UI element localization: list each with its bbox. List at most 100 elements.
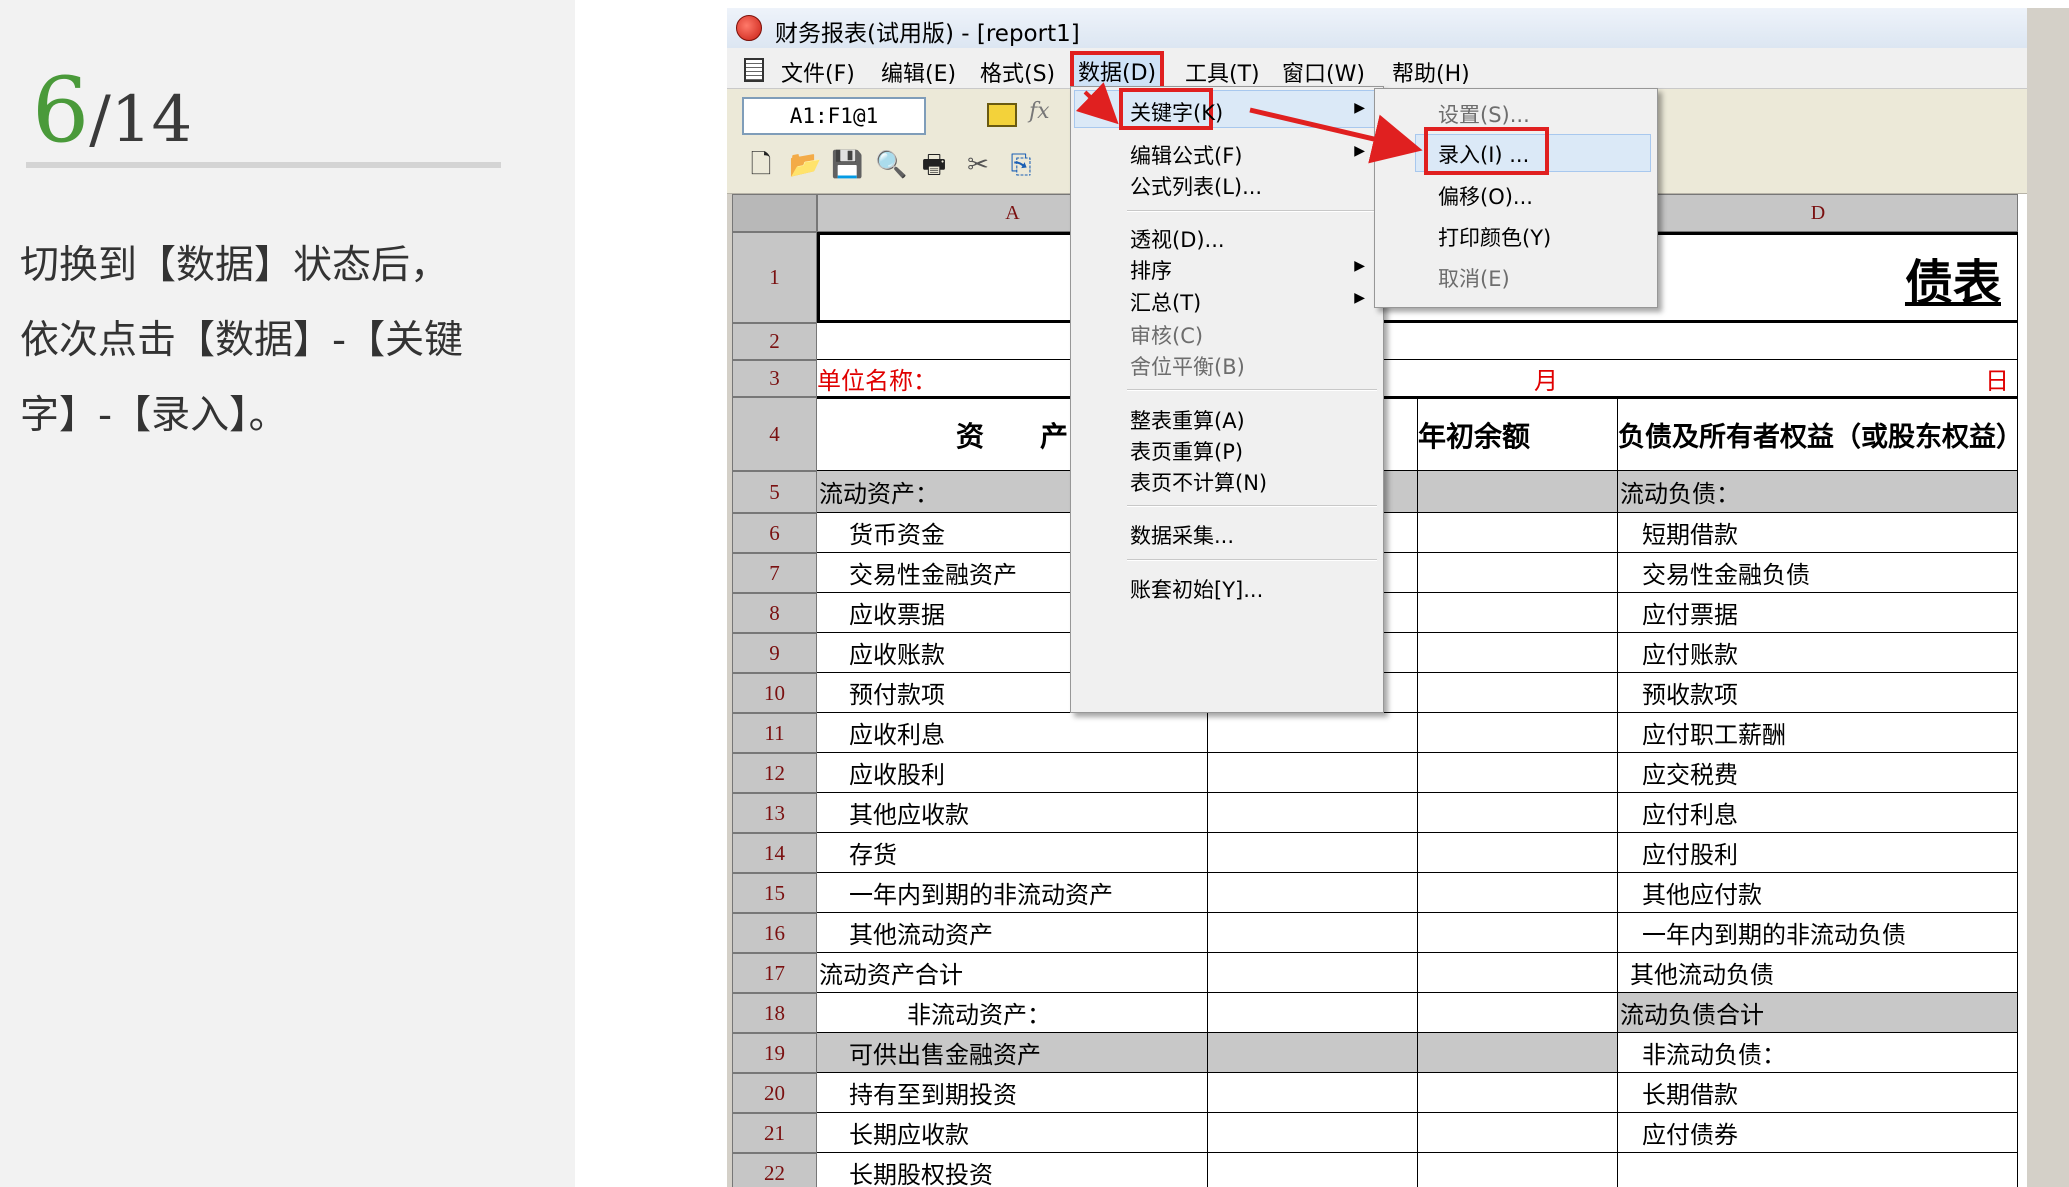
liability-item-cell[interactable]: 应交税费 (1618, 753, 2018, 793)
menu-edit[interactable]: 编辑(E) (881, 56, 956, 88)
sheet-cell[interactable] (817, 323, 2018, 360)
row-header[interactable]: 7 (732, 553, 817, 593)
liability-item-cell[interactable]: 非流动负债： (1618, 1033, 2018, 1073)
row-header[interactable]: 9 (732, 633, 817, 673)
select-all-corner[interactable] (732, 194, 817, 232)
sheet-cell[interactable] (1418, 1113, 1618, 1153)
asset-item-cell[interactable]: 一年内到期的非流动资产 (817, 873, 1208, 913)
sheet-cell[interactable] (1418, 833, 1618, 873)
sheet-cell[interactable] (1208, 713, 1418, 753)
liability-item-cell[interactable]: 流动负债合计 (1618, 993, 2018, 1033)
row-header[interactable]: 1 (732, 232, 817, 323)
menu-item-no-calc-page[interactable]: 表页不计算(N) (1130, 467, 1267, 497)
row-header[interactable]: 5 (732, 471, 817, 513)
cell-reference-box[interactable]: A1:F1@1 (742, 97, 926, 135)
asset-item-cell[interactable]: 长期应收款 (817, 1113, 1208, 1153)
row-header[interactable]: 13 (732, 793, 817, 833)
liability-item-cell[interactable]: 交易性金融负债 (1618, 553, 2018, 593)
menu-item-recalc-page[interactable]: 表页重算(P) (1130, 436, 1243, 466)
submenu-item-print-color[interactable]: 打印颜色(Y) (1438, 222, 1551, 252)
sheet-cell[interactable] (1208, 1073, 1418, 1113)
print-icon[interactable]: 🖶 (919, 150, 949, 180)
copy-icon[interactable]: ⎘ (1006, 150, 1036, 180)
open-icon[interactable]: 📂 (789, 150, 821, 180)
row-header[interactable]: 6 (732, 513, 817, 553)
menu-file[interactable]: 文件(F) (781, 56, 855, 88)
asset-item-cell[interactable]: 应收股利 (817, 753, 1208, 793)
sheet-cell[interactable] (1418, 553, 1618, 593)
liability-item-cell[interactable] (1618, 1153, 2018, 1187)
sheet-cell[interactable] (1418, 593, 1618, 633)
liability-item-cell[interactable]: 流动负债： (1618, 471, 2018, 513)
month-label[interactable]: 月 (1418, 360, 1618, 397)
asset-item-cell[interactable]: 可供出售金融资产 (817, 1033, 1208, 1073)
row-header[interactable]: 3 (732, 360, 817, 397)
asset-item-cell[interactable]: 其他流动资产 (817, 913, 1208, 953)
sheet-cell[interactable] (1418, 1033, 1618, 1073)
sheet-cell[interactable] (1418, 913, 1618, 953)
row-header[interactable]: 4 (732, 397, 817, 471)
sheet-cell[interactable] (1208, 873, 1418, 913)
liability-item-cell[interactable]: 一年内到期的非流动负债 (1618, 913, 2018, 953)
submenu-item-offset[interactable]: 偏移(O)... (1438, 181, 1533, 211)
menu-item-summary[interactable]: 汇总(T) (1130, 287, 1201, 317)
row-header[interactable]: 15 (732, 873, 817, 913)
row-header[interactable]: 8 (732, 593, 817, 633)
row-header[interactable]: 21 (732, 1113, 817, 1153)
print-preview-icon[interactable]: 🔍 (875, 150, 907, 180)
sheet-cell[interactable] (1418, 713, 1618, 753)
sheet-cell[interactable] (1208, 913, 1418, 953)
sheet-cell[interactable] (1418, 753, 1618, 793)
asset-item-cell[interactable]: 应收利息 (817, 713, 1208, 753)
sheet-cell[interactable] (1418, 793, 1618, 833)
sheet-cell[interactable] (1418, 1153, 1618, 1187)
liability-item-cell[interactable]: 应付股利 (1618, 833, 2018, 873)
row-header[interactable]: 16 (732, 913, 817, 953)
sheet-cell[interactable] (1418, 673, 1618, 713)
liability-item-cell[interactable]: 应付债券 (1618, 1113, 2018, 1153)
sheet-cell[interactable] (1418, 873, 1618, 913)
liability-item-cell[interactable]: 应付利息 (1618, 793, 2018, 833)
liability-item-cell[interactable]: 其他应付款 (1618, 873, 2018, 913)
row-header[interactable]: 10 (732, 673, 817, 713)
save-icon[interactable]: 💾 (831, 150, 863, 180)
asset-item-cell[interactable]: 非流动资产： (817, 993, 1208, 1033)
day-label[interactable]: 日 (1618, 360, 2018, 397)
sheet-cell[interactable] (1208, 793, 1418, 833)
sheet-cell[interactable] (1418, 471, 1618, 513)
menu-tools[interactable]: 工具(T) (1185, 56, 1260, 88)
asset-item-cell[interactable]: 其他应收款 (817, 793, 1208, 833)
row-header[interactable]: 11 (732, 713, 817, 753)
function-icon[interactable]: fx (1029, 99, 1050, 124)
sheet-cell[interactable] (1208, 953, 1418, 993)
menu-item-sort[interactable]: 排序 (1130, 255, 1172, 285)
row-header[interactable]: 17 (732, 953, 817, 993)
liability-item-cell[interactable]: 应付职工薪酬 (1618, 713, 2018, 753)
liability-item-cell[interactable]: 应付票据 (1618, 593, 2018, 633)
column-header-d[interactable]: D (1618, 194, 2018, 232)
liability-item-cell[interactable]: 短期借款 (1618, 513, 2018, 553)
sheet-cell[interactable] (1418, 1073, 1618, 1113)
row-header[interactable]: 12 (732, 753, 817, 793)
menu-window[interactable]: 窗口(W) (1282, 56, 1365, 88)
sheet-cell[interactable] (1208, 1113, 1418, 1153)
menu-help[interactable]: 帮助(H) (1392, 56, 1470, 88)
sheet-cell[interactable] (1208, 1153, 1418, 1187)
menu-item-data-collect[interactable]: 数据采集... (1130, 520, 1234, 550)
menu-item-keyword[interactable]: 关键字(K) (1130, 97, 1223, 127)
sheet-cell[interactable] (1418, 513, 1618, 553)
asset-item-cell[interactable]: 持有至到期投资 (817, 1073, 1208, 1113)
menu-item-perspective[interactable]: 透视(D)... (1130, 224, 1225, 254)
sheet-cell[interactable] (1418, 633, 1618, 673)
sheet-cell[interactable] (1418, 953, 1618, 993)
asset-item-cell[interactable]: 存货 (817, 833, 1208, 873)
header-opening-balance[interactable]: 年初余额 (1418, 397, 1618, 471)
menu-data[interactable]: 数据(D) (1070, 51, 1165, 91)
row-header[interactable]: 22 (732, 1153, 817, 1187)
new-icon[interactable]: 🗋 (746, 150, 776, 180)
header-liabilities-equity[interactable]: 负债及所有者权益（或股东权益） (1618, 397, 2018, 471)
menu-item-account-init[interactable]: 账套初始[Y]... (1130, 574, 1263, 604)
menu-item-recalc-all[interactable]: 整表重算(A) (1130, 405, 1245, 435)
row-header[interactable]: 14 (732, 833, 817, 873)
sheet-cell[interactable] (1208, 993, 1418, 1033)
